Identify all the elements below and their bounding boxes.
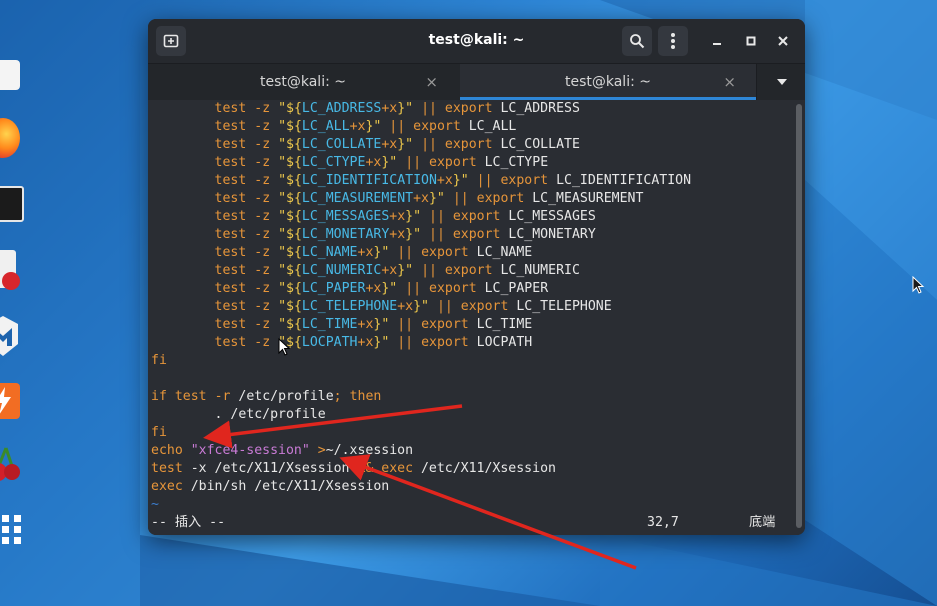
close-button[interactable] bbox=[768, 26, 798, 56]
keyword: exec bbox=[373, 461, 414, 476]
search-button[interactable] bbox=[622, 26, 652, 56]
terminal-icon[interactable] bbox=[0, 186, 24, 222]
chevron-down-icon bbox=[776, 79, 787, 85]
export-line: test -z "${LC_NUMERIC+x}" || export LC_N… bbox=[214, 263, 580, 278]
operator: && bbox=[357, 461, 374, 476]
tab-close-icon[interactable]: × bbox=[723, 73, 736, 91]
export-line: test -z "${LC_TIME+x}" || export LC_TIME bbox=[214, 317, 533, 332]
path-text: /etc/X11/Xsession bbox=[413, 461, 556, 476]
path-text: ~/.xsession bbox=[325, 443, 414, 458]
text-editor-icon[interactable] bbox=[0, 250, 20, 290]
cherry-icon bbox=[0, 447, 20, 481]
code-line: fi bbox=[151, 352, 805, 370]
export-line: test -z "${LC_ALL+x}" || export LC_ALL bbox=[214, 119, 517, 134]
title-bar[interactable]: test@kali: ~ bbox=[148, 19, 805, 63]
scrollbar[interactable] bbox=[796, 104, 802, 528]
mouse-cursor-icon bbox=[278, 338, 290, 356]
pointer-cursor-icon bbox=[912, 276, 925, 294]
code-line: test -x /etc/X11/Xsession && exec /etc/X… bbox=[151, 460, 805, 478]
keyword: fi bbox=[151, 425, 167, 440]
maximize-button[interactable] bbox=[736, 26, 766, 56]
metasploit-logo-icon bbox=[0, 316, 18, 356]
vim-status-line: -- 插入 -- 32,7 底端 bbox=[151, 514, 805, 532]
keyword: exec bbox=[151, 479, 183, 494]
file-manager-icon[interactable] bbox=[0, 60, 20, 90]
burpsuite-icon[interactable] bbox=[0, 383, 20, 419]
pencil-badge-icon bbox=[2, 272, 20, 290]
path-text: /etc/profile bbox=[230, 389, 334, 404]
path-text: /bin/sh /etc/X11/Xsession bbox=[182, 479, 390, 494]
minimize-icon bbox=[713, 43, 721, 45]
string-literal: "xfce4-session" bbox=[190, 443, 310, 458]
menu-button[interactable] bbox=[658, 26, 688, 56]
keyword: ; bbox=[333, 389, 342, 404]
lightning-icon bbox=[0, 387, 11, 414]
metasploit-icon[interactable] bbox=[0, 316, 20, 356]
keyword: if bbox=[151, 389, 167, 404]
maximize-icon bbox=[746, 36, 756, 46]
cherrytree-icon[interactable] bbox=[0, 444, 22, 484]
path-text: -x /etc/X11/Xsession bbox=[182, 461, 358, 476]
export-line: test -z "${LC_MESSAGES+x}" || export LC_… bbox=[214, 209, 596, 224]
code-line: exec /bin/sh /etc/X11/Xsession bbox=[151, 478, 805, 496]
close-icon bbox=[778, 36, 788, 46]
code-line: fi bbox=[151, 424, 805, 442]
keyword: echo bbox=[151, 443, 191, 458]
search-icon bbox=[630, 34, 645, 49]
export-line: test -z "${LC_NAME+x}" || export LC_NAME bbox=[214, 245, 533, 260]
cursor-position: 32,7 bbox=[647, 515, 679, 530]
tab-close-icon[interactable]: × bbox=[425, 73, 438, 91]
keyword: -r bbox=[214, 389, 231, 404]
env-export-lines: test -z "${LC_ADDRESS+x}" || export LC_A… bbox=[151, 100, 805, 352]
code-line: if test -r /etc/profile; then bbox=[151, 388, 805, 406]
echo-line: echo "xfce4-session" >~/.xsession bbox=[151, 442, 805, 460]
desktop: test@kali: ~ test@kali: ~ × test@kali: ~… bbox=[0, 0, 937, 606]
scroll-position: 底端 bbox=[749, 515, 776, 530]
show-applications-icon[interactable] bbox=[0, 515, 24, 549]
minimize-button[interactable] bbox=[702, 26, 732, 56]
tab-label: test@kali: ~ bbox=[564, 74, 651, 90]
empty-line-marker: ~ bbox=[151, 497, 159, 512]
keyword: test bbox=[174, 389, 207, 404]
tab-label: test@kali: ~ bbox=[259, 74, 346, 90]
export-line: test -z "${LC_TELEPHONE+x}" || export LC… bbox=[214, 299, 612, 314]
tab-2[interactable]: test@kali: ~ × bbox=[460, 64, 756, 100]
tab-list-dropdown[interactable] bbox=[756, 64, 805, 100]
export-line: test -z "${LC_MEASUREMENT+x}" || export … bbox=[214, 191, 644, 206]
keyword: fi bbox=[151, 353, 167, 368]
export-line: test -z "${LC_IDENTIFICATION+x}" || expo… bbox=[214, 173, 692, 188]
terminal-window: test@kali: ~ test@kali: ~ × test@kali: ~… bbox=[148, 19, 805, 535]
vim-mode: -- 插入 -- bbox=[151, 515, 226, 530]
export-line: test -z "${LC_CTYPE+x}" || export LC_CTY… bbox=[214, 155, 549, 170]
kebab-menu-icon bbox=[671, 33, 675, 49]
keyword: test bbox=[151, 461, 183, 476]
export-line: test -z "${LC_MONETARY+x}" || export LC_… bbox=[214, 227, 596, 242]
export-line: test -z "${LC_COLLATE+x}" || export LC_C… bbox=[214, 137, 580, 152]
tab-1[interactable]: test@kali: ~ × bbox=[148, 64, 458, 100]
terminal-content[interactable]: test -z "${LC_ADDRESS+x}" || export LC_A… bbox=[148, 100, 805, 535]
export-line: test -z "${LC_PAPER+x}" || export LC_PAP… bbox=[214, 281, 549, 296]
export-line: test -z "${LC_ADDRESS+x}" || export LC_A… bbox=[214, 101, 580, 116]
keyword: then bbox=[341, 389, 382, 404]
redirect-operator: > bbox=[309, 443, 326, 458]
code-line: . /etc/profile bbox=[151, 407, 326, 422]
export-line: test -z "${LOCPATH+x}" || export LOCPATH bbox=[214, 335, 533, 350]
tab-bar: test@kali: ~ × test@kali: ~ × bbox=[148, 63, 805, 100]
